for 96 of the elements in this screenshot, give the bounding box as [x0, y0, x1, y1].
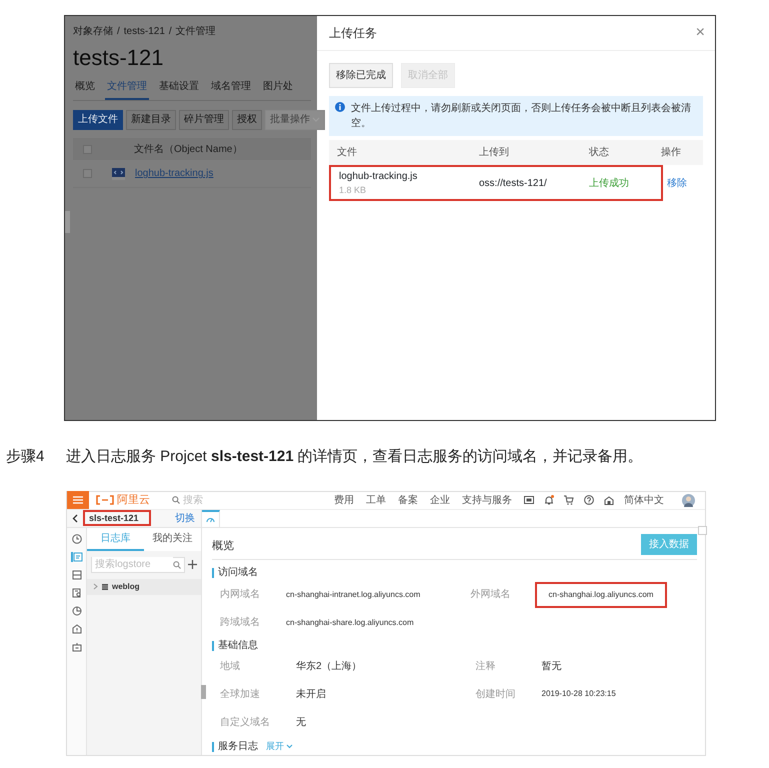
tab[interactable]: 文件管理	[105, 79, 149, 100]
file-name: loghub-tracking.js	[339, 170, 418, 184]
field-label: 跨域域名	[220, 616, 260, 630]
project-name: sls-test-121	[83, 510, 151, 526]
switch-link[interactable]: 切换	[175, 510, 195, 526]
menu-icon	[73, 496, 83, 504]
column-header: 文件名（Object Name）	[134, 142, 242, 156]
search-icon[interactable]	[173, 560, 181, 568]
page-title: 概览	[212, 539, 234, 554]
tab[interactable]: 基础设置	[157, 79, 201, 100]
column-header: 上传到	[479, 146, 510, 160]
column-header: 操作	[661, 146, 682, 160]
plus-icon	[188, 560, 197, 569]
notice-text: 文件上传过程中，请勿刷新或关闭页面，否则上传任务会被中断且列表会被清空。	[351, 102, 692, 131]
section-title: 访问域名	[218, 568, 258, 578]
pie-chart-button[interactable]	[72, 606, 82, 616]
section-title: 服务日志	[218, 742, 258, 752]
nav-link[interactable]: 企业	[430, 492, 450, 508]
nav-link[interactable]: 备案	[398, 492, 418, 508]
breadcrumb-separator: /	[117, 25, 120, 39]
tab[interactable]: 概览	[73, 79, 97, 100]
dialog-title: 上传任务	[329, 25, 377, 42]
checkbox[interactable]	[83, 169, 92, 178]
field-label: 地域	[220, 660, 241, 674]
overview-tab-icon[interactable]	[206, 515, 215, 523]
file-size: 1.8 KB	[339, 184, 368, 197]
breadcrumb-link[interactable]: tests-121	[124, 24, 165, 39]
logo-icon	[95, 495, 115, 505]
home-icon[interactable]	[604, 496, 614, 504]
add-button[interactable]	[188, 560, 197, 569]
collapse-handle[interactable]	[65, 211, 70, 233]
remove-link[interactable]: 移除	[667, 178, 687, 188]
field-value: 未开启	[295, 688, 327, 702]
breadcrumb-separator: /	[168, 25, 172, 39]
search-field[interactable]: 搜索logstore	[91, 556, 185, 572]
document-button[interactable]	[70, 552, 82, 562]
storage-button[interactable]	[72, 570, 82, 580]
chevron-icon	[286, 744, 293, 749]
file-link[interactable]: loghub-tracking.js	[135, 166, 214, 181]
field-value: cn-shanghai-intranet.log.aliyuncs.com	[285, 588, 422, 601]
breadcrumb-link[interactable]: 文件管理	[176, 24, 216, 39]
brand-name: 阿里云	[117, 492, 150, 508]
expand-link[interactable]: 展开	[266, 742, 293, 751]
bell-icon[interactable]	[544, 495, 554, 505]
screen-icon[interactable]	[524, 496, 534, 504]
field-label: 创建时间	[476, 688, 516, 702]
toolbar-button[interactable]: 上传文件	[73, 110, 123, 130]
dialog-button[interactable]: 移除已完成	[329, 63, 393, 88]
field-value: cn-shanghai-share.log.aliyuncs.com	[285, 616, 415, 629]
tab[interactable]: 日志库	[87, 528, 144, 550]
field-value: 2019-10-28 10:23:15	[540, 688, 617, 700]
breadcrumb-link[interactable]: 对象存储	[73, 24, 113, 39]
tab[interactable]: 域名管理	[209, 79, 253, 100]
back-icon	[72, 514, 78, 522]
step-description: 进入日志服务 Projcet sls-test-121 的详情页，查看日志服务的访问域名，并记录备用。	[66, 447, 643, 467]
tab[interactable]: 图片处	[261, 79, 295, 100]
field-value: cn-shanghai.log.aliyuncs.com	[534, 582, 668, 608]
column-header: 文件	[336, 146, 358, 160]
toolbar-button[interactable]: 新建目录	[126, 110, 176, 130]
file-icon	[112, 168, 125, 180]
search-document-button[interactable]	[72, 588, 82, 598]
column-header: 状态	[589, 146, 610, 160]
field-label: 外网域名	[470, 588, 510, 602]
info-icon	[335, 102, 345, 112]
collapse-handle[interactable]	[201, 684, 206, 698]
clock-button[interactable]	[72, 534, 82, 544]
tab[interactable]: 我的关注	[144, 528, 201, 550]
avatar[interactable]	[682, 494, 695, 506]
field-value: 华东2（上海）	[295, 660, 363, 674]
status-text: 上传成功	[589, 176, 630, 190]
page-title: tests-121	[73, 47, 164, 69]
toolbar-button[interactable]: 碎片管理	[179, 110, 229, 130]
table-cell-text: oss://tests-121/	[479, 176, 548, 190]
field-label: 自定义域名	[220, 716, 270, 730]
logstore-item[interactable]: weblog	[87, 578, 201, 594]
nav-link[interactable]: 工单	[366, 492, 386, 508]
table-icon	[102, 584, 108, 590]
section-title: 基础信息	[218, 640, 258, 650]
field-label: 内网域名	[220, 588, 260, 602]
menu-button[interactable]	[67, 491, 89, 509]
field-value: 暂无	[540, 660, 562, 674]
field-value: 无	[295, 716, 307, 730]
checkbox[interactable]	[83, 144, 92, 154]
step-label: 步骤4	[6, 447, 46, 467]
toolbar-button[interactable]: 授权	[232, 110, 262, 130]
close-button[interactable]: ×	[696, 25, 705, 41]
field-label: 全球加速	[220, 688, 261, 702]
alert-button[interactable]	[72, 624, 82, 634]
search-icon	[172, 496, 180, 504]
help-icon[interactable]	[584, 495, 594, 505]
robot-button[interactable]	[72, 642, 82, 652]
nav-link[interactable]: 费用	[334, 492, 354, 508]
nav-link[interactable]: 支持与服务	[462, 492, 512, 508]
field-label: 注释	[476, 660, 496, 674]
language-link[interactable]: 简体中文	[624, 492, 664, 508]
cart-icon[interactable]	[564, 495, 574, 505]
